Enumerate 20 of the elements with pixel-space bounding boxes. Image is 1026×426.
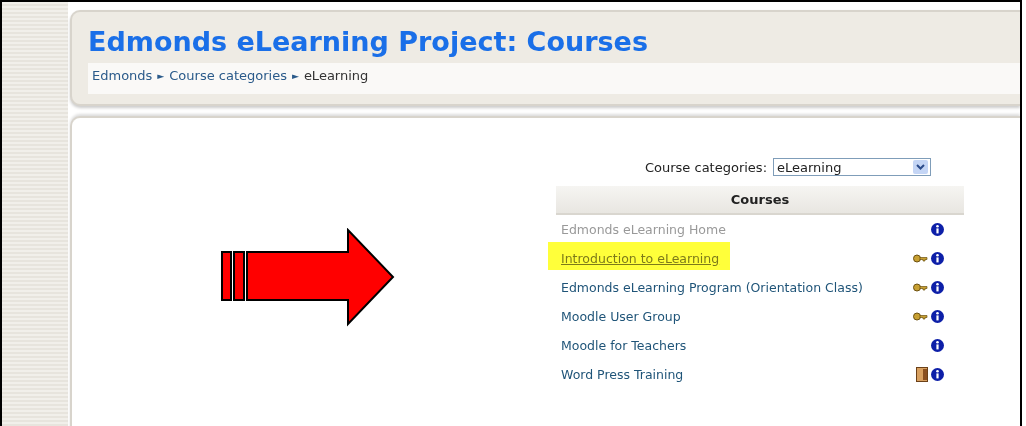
breadcrumb-separator: ► bbox=[291, 70, 299, 81]
info-icon[interactable] bbox=[931, 252, 944, 265]
table-header: Courses bbox=[556, 186, 964, 215]
course-link[interactable]: Moodle User Group bbox=[561, 309, 681, 324]
breadcrumb-separator: ► bbox=[157, 70, 165, 81]
info-icon[interactable] bbox=[931, 223, 944, 236]
breadcrumb-link[interactable]: Course categories bbox=[169, 68, 287, 83]
category-dropdown[interactable]: eLearning bbox=[773, 158, 931, 176]
info-icon[interactable] bbox=[931, 368, 944, 381]
breadcrumb-current: eLearning bbox=[303, 68, 369, 83]
course-link[interactable]: Edmonds eLearning Program (Orientation Class) bbox=[561, 280, 863, 295]
course-link[interactable]: Word Press Training bbox=[561, 367, 684, 382]
course-link[interactable]: Moodle for Teachers bbox=[561, 338, 687, 353]
select-label: Course categories: bbox=[644, 159, 767, 175]
info-icon[interactable] bbox=[931, 281, 944, 294]
info-icon[interactable] bbox=[931, 339, 944, 352]
page-title: Edmonds eLearning Project: Courses bbox=[88, 26, 649, 57]
breadcrumb-link[interactable]: Edmonds bbox=[92, 68, 153, 83]
course-link[interactable]: Introduction to eLearning bbox=[561, 251, 720, 266]
info-icon[interactable] bbox=[931, 310, 944, 323]
